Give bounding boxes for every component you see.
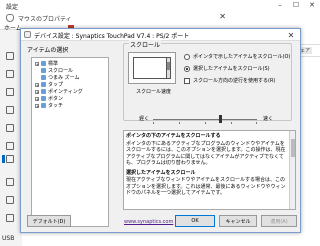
device-settings-dialog: デバイス設定 : Synaptics TouchPad V7.4 : PS/2 … — [20, 28, 301, 233]
tree-item-label: スクロール — [48, 68, 74, 74]
dialog-title: デバイス設定 : Synaptics TouchPad V7.4 : PS/2 … — [34, 33, 190, 40]
mouse-properties-titlebar: マウスのプロパティ ✕ — [0, 10, 232, 30]
slider-track[interactable] — [153, 119, 257, 120]
radio-label: ポインタで示したアイテムをスクロール(O) — [193, 54, 291, 60]
scrollbar-thumb[interactable] — [291, 139, 295, 157]
description-heading: 選択したアイテムをスクロール — [126, 169, 196, 176]
tree-item-label: ボタン — [48, 96, 64, 102]
item-tree[interactable]: + 標準 スクロール つまみ ズーム + タップ + ポインティング + ボタン… — [31, 57, 109, 227]
description-text: ポインタの下にあるアクティブなプログラムのウィンドウやアイテムをスクロールするに… — [126, 140, 286, 167]
sidebar-icon[interactable] — [6, 214, 14, 222]
defaults-button[interactable]: デフォルト(D) — [27, 215, 71, 227]
scroll-thumb-illustration — [167, 62, 170, 70]
maximize-icon[interactable]: ☐ — [288, 0, 304, 10]
radio-label: 選択したアイテムをスクロール(S) — [193, 66, 270, 72]
dialog-close-icon[interactable]: ✕ — [282, 29, 300, 41]
tree-item-scroll[interactable]: スクロール — [41, 67, 73, 74]
sidebar-selection-indicator — [2, 155, 5, 163]
slider-tick — [231, 122, 232, 124]
sidebar-icon[interactable] — [6, 142, 14, 150]
settings-sidebar — [0, 30, 22, 246]
tree-item-buttons[interactable]: + ボタン — [35, 95, 63, 102]
slider-tick — [205, 122, 206, 124]
touchpad-icon — [24, 31, 31, 38]
pointing-item-icon — [41, 89, 46, 94]
checkbox[interactable] — [184, 77, 190, 84]
slider-slow-label: 遅く — [139, 116, 150, 122]
tree-item-standard[interactable]: + 標準 — [35, 60, 58, 67]
checkbox-label: スクロール方向の逆行を使用する(R) — [193, 78, 276, 84]
scroll-speed-slider: 遅く 速く — [123, 113, 292, 127]
window-illustration — [133, 57, 167, 79]
scroll-group-label: スクロール — [129, 40, 162, 49]
tap-item-icon — [41, 82, 46, 87]
expand-icon[interactable]: + — [35, 89, 39, 94]
tree-item-touch[interactable]: + タッチ — [35, 102, 63, 109]
item-selection-group: アイテムの選択 + 標準 スクロール つまみ ズーム + タップ + ポインティ… — [25, 45, 117, 227]
tree-item-pinch-zoom[interactable]: つまみ ズーム — [41, 74, 79, 81]
mouse-icon — [6, 14, 14, 22]
sidebar-icon[interactable] — [6, 52, 14, 60]
expand-icon[interactable]: + — [35, 96, 39, 101]
radio-button[interactable] — [184, 53, 190, 60]
slider-thumb[interactable] — [219, 115, 222, 123]
description-scrollbar[interactable] — [289, 131, 295, 209]
sidebar-icon[interactable] — [6, 70, 14, 78]
minimize-icon[interactable]: – — [272, 0, 288, 10]
expand-icon[interactable]: + — [35, 82, 39, 87]
tree-item-label: タップ — [48, 82, 64, 88]
slider-tick — [256, 122, 257, 124]
tree-item-pointing[interactable]: + ポインティング — [35, 88, 83, 95]
sidebar-icon[interactable] — [6, 106, 14, 114]
close-icon[interactable]: ✕ — [304, 0, 320, 10]
touchpad-item-icon — [41, 61, 46, 66]
tree-item-tap[interactable]: + タップ — [35, 81, 63, 88]
sidebar-icon-mouse[interactable] — [6, 155, 14, 163]
sidebar-icon[interactable] — [6, 88, 14, 96]
expand-icon[interactable]: + — [35, 61, 39, 66]
slider-tick — [179, 122, 180, 124]
sidebar-icon[interactable] — [6, 124, 14, 132]
sidebar-icon[interactable] — [6, 178, 14, 186]
sidebar-icon[interactable] — [6, 196, 14, 204]
radio-scroll-pointer[interactable]: ポインタで示したアイテムをスクロール(O) — [184, 53, 290, 60]
touch-item-icon — [41, 103, 46, 108]
radio-scroll-selected[interactable]: 選択したアイテムをスクロール(S) — [184, 65, 270, 72]
scroll-item-icon — [41, 68, 46, 73]
expand-icon[interactable]: + — [35, 103, 39, 108]
tree-item-label: 標準 — [48, 61, 59, 67]
description-heading: ポインタの下のアイテムをスクロールする — [126, 133, 221, 139]
mouse-properties-close-icon[interactable]: ✕ — [219, 12, 226, 21]
scroll-group: スクロール スクロール速度 ポインタで示したアイテムをスクロール(O) 選択した… — [123, 40, 292, 121]
checkbox-reverse-scroll[interactable]: スクロール方向の逆行を使用する(R) — [184, 77, 275, 84]
button-item-icon — [41, 96, 46, 101]
slider-fast-label: 速く — [263, 116, 274, 122]
radio-button-selected[interactable] — [184, 65, 190, 72]
tree-item-label: ポインティング — [48, 89, 83, 95]
apply-button[interactable]: 適用(A) — [261, 215, 297, 227]
settings-window-controls: – ☐ ✕ — [272, 0, 320, 10]
cancel-button[interactable]: キャンセル — [219, 215, 257, 227]
synaptics-link[interactable]: www.synaptics.com — [124, 219, 173, 225]
slider-tick — [153, 122, 154, 124]
ok-button[interactable]: OK — [175, 215, 215, 227]
zoom-item-icon — [41, 75, 46, 80]
mouse-properties-title: マウスのプロパティ — [18, 16, 72, 23]
usb-label[interactable]: USB — [2, 235, 14, 242]
item-selection-label: アイテムの選択 — [26, 45, 70, 54]
scroll-illustration — [128, 52, 176, 84]
tree-item-label: タッチ — [48, 103, 64, 109]
scroll-speed-label: スクロール速度 — [136, 89, 172, 95]
description-text: 現在アクティブなウィンドウやアイテムをスクロールする場合は、このオプションを選択… — [126, 177, 286, 196]
tree-item-label: つまみ ズーム — [48, 75, 80, 81]
description-panel[interactable]: ポインタの下のアイテムをスクロールする ポインタの下にあるアクティブなプログラム… — [123, 130, 296, 210]
